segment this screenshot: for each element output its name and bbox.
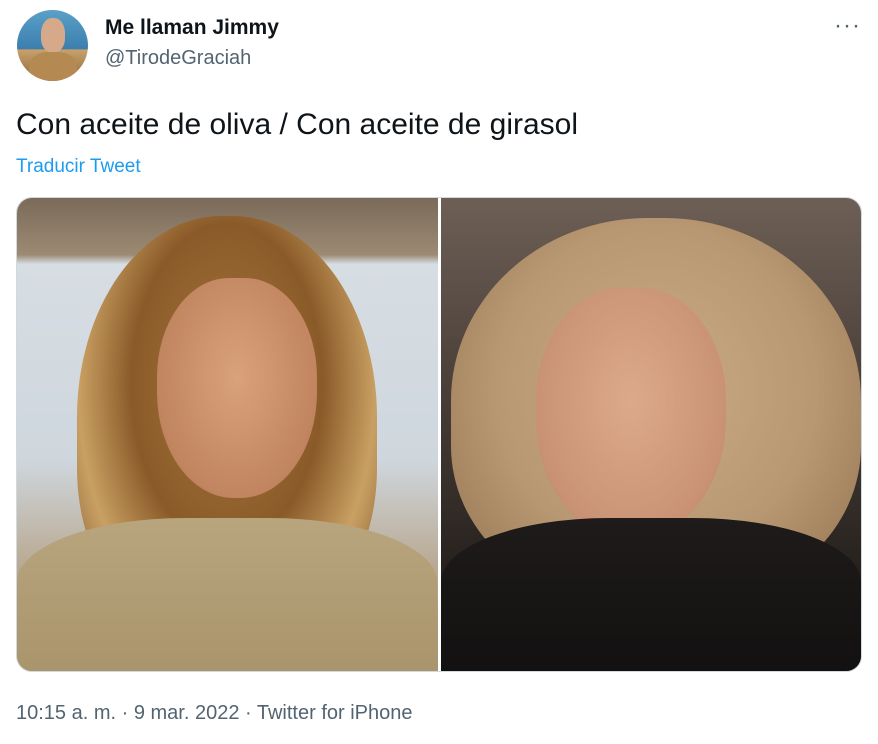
photo-right-face: [535, 288, 726, 538]
tweet-text: Con aceite de oliva / Con aceite de gira…: [16, 108, 579, 141]
avatar-face-shape: [41, 18, 65, 52]
photo-left-shirt: [17, 518, 437, 671]
tweet-photo-right[interactable]: [440, 198, 861, 671]
author-avatar[interactable]: [17, 10, 88, 81]
avatar-body-shape: [29, 52, 77, 81]
photo-right-coat: [440, 518, 861, 671]
author-handle[interactable]: @TirodeGraciah: [105, 47, 251, 70]
tweet-media-grid: [16, 197, 862, 672]
translate-tweet-link[interactable]: Traducir Tweet: [16, 156, 141, 178]
tweet-photo-left[interactable]: [17, 198, 438, 671]
photo-left-face: [157, 278, 317, 498]
more-horizontal-icon[interactable]: ···: [834, 14, 861, 38]
tweet-timestamp[interactable]: 10:15 a. m. · 9 mar. 2022 · Twitter for …: [16, 702, 413, 725]
author-name[interactable]: Me llaman Jimmy: [105, 16, 279, 40]
tweet-card: Me llaman Jimmy @TirodeGraciah ··· Con a…: [0, 0, 878, 744]
